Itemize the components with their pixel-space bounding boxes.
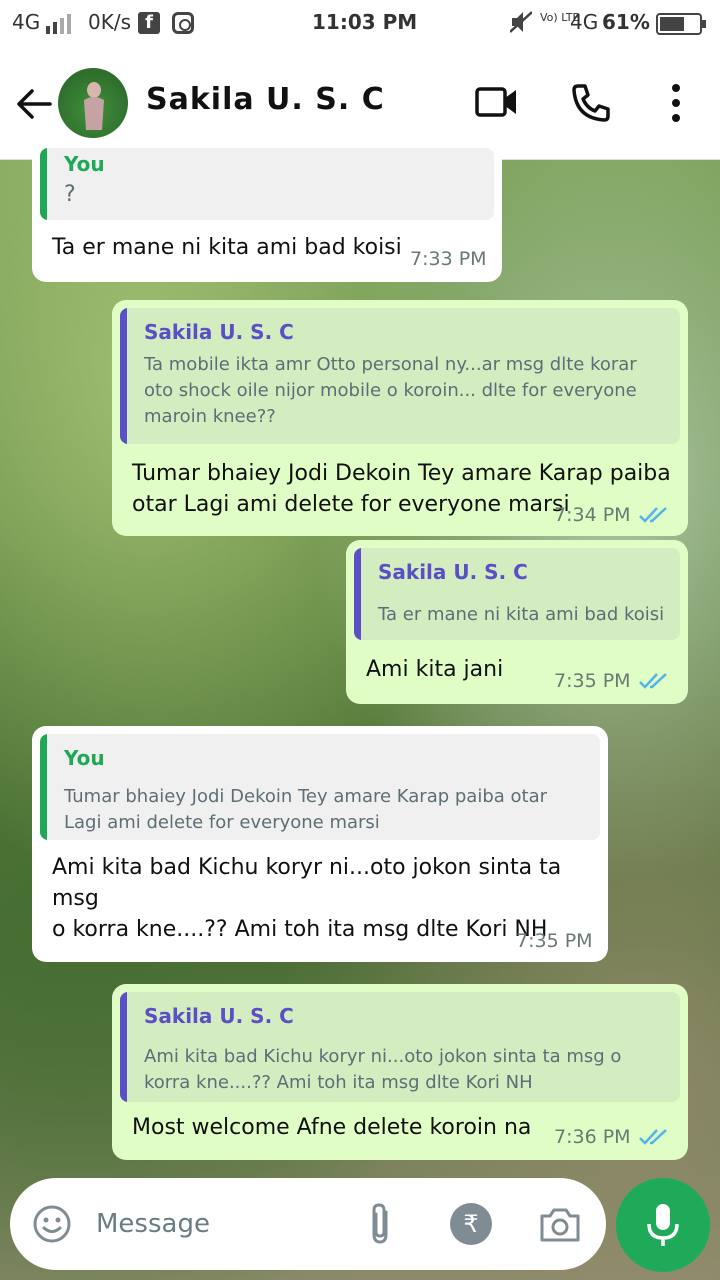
avatar[interactable]: [58, 68, 128, 138]
quote-bar: [120, 992, 127, 1102]
network-speed: 0K/s: [88, 10, 131, 34]
quote-bar: [40, 148, 47, 220]
quote-text: Ta mobile ikta amr Otto personal ny...ar…: [144, 354, 637, 427]
quote-author: Sakila U. S. C: [144, 1004, 294, 1028]
quote-author: Sakila U. S. C: [378, 560, 528, 584]
payment-icon[interactable]: ₹: [450, 1203, 492, 1245]
read-receipt-icon: [638, 672, 670, 690]
message-bubble-incoming[interactable]: You ? Ta er mane ni kita ami bad koisi 7…: [32, 140, 502, 282]
message-time: 7:36 PM: [554, 1126, 631, 1148]
camera-icon[interactable]: [538, 1204, 582, 1244]
phone-call-icon[interactable]: [570, 82, 612, 124]
instagram-icon: [172, 12, 194, 34]
emoji-icon[interactable]: [32, 1204, 72, 1244]
quote-author: You: [64, 746, 105, 770]
message-time: 7:33 PM: [410, 248, 487, 270]
network-type: 4G: [12, 10, 41, 34]
mute-icon: [509, 10, 533, 39]
quoted-message[interactable]: You Tumar bhaiey Jodi Dekoin Tey amare K…: [40, 734, 600, 840]
message-time: 7:35 PM: [554, 670, 631, 692]
message-text: Ta er mane ni kita ami bad koisi: [52, 235, 402, 260]
battery-percent: 61%: [602, 10, 650, 34]
back-arrow-icon[interactable]: [14, 84, 54, 124]
message-composer: ₹: [10, 1178, 606, 1270]
clock: 11:03 PM: [312, 10, 418, 34]
quote-bar: [354, 548, 361, 640]
quote-text: Tumar bhaiey Jodi Dekoin Tey amare Karap…: [64, 786, 548, 833]
quoted-message[interactable]: You ?: [40, 148, 494, 220]
quoted-message[interactable]: Sakila U. S. C Ta er mane ni kita ami ba…: [354, 548, 680, 640]
message-time: 7:35 PM: [516, 930, 593, 952]
message-text: Ami kita jani: [366, 657, 504, 682]
message-bubble-outgoing[interactable]: Sakila U. S. C Ami kita bad Kichu koryr …: [112, 984, 688, 1160]
message-input[interactable]: [96, 1200, 356, 1248]
more-options-icon[interactable]: [664, 82, 688, 124]
quote-author: You: [64, 152, 105, 176]
quote-text: Ami kita bad Kichu koryr ni...oto jokon …: [144, 1046, 622, 1093]
signal-icon: [46, 14, 74, 39]
microphone-icon[interactable]: [616, 1178, 710, 1272]
quoted-message[interactable]: Sakila U. S. C Ta mobile ikta amr Otto p…: [120, 308, 680, 444]
message-bubble-outgoing[interactable]: Sakila U. S. C Ta er mane ni kita ami ba…: [346, 540, 688, 704]
quote-text: Ta er mane ni kita ami bad koisi: [378, 604, 665, 625]
network-type-2: 4G: [570, 10, 599, 34]
attach-icon[interactable]: [366, 1202, 396, 1246]
read-receipt-icon: [638, 506, 670, 524]
quote-author: Sakila U. S. C: [144, 320, 294, 344]
contact-name[interactable]: Sakila U. S. C: [146, 82, 385, 117]
quoted-message[interactable]: Sakila U. S. C Ami kita bad Kichu koryr …: [120, 992, 680, 1102]
battery-icon: [656, 13, 706, 35]
message-text: Most welcome Afne delete koroin na: [132, 1115, 532, 1140]
quote-bar: [120, 308, 127, 444]
quote-bar: [40, 734, 47, 840]
message-time: 7:34 PM: [554, 504, 631, 526]
quote-text: ?: [64, 182, 76, 207]
status-bar: 4G 0K/s f 11:03 PM Vo) LTE 4G 61%: [0, 0, 720, 48]
message-bubble-outgoing[interactable]: Sakila U. S. C Ta mobile ikta amr Otto p…: [112, 300, 688, 536]
video-call-icon[interactable]: [474, 84, 518, 120]
facebook-icon: f: [138, 12, 160, 34]
message-bubble-incoming[interactable]: You Tumar bhaiey Jodi Dekoin Tey amare K…: [32, 726, 608, 962]
read-receipt-icon: [638, 1128, 670, 1146]
